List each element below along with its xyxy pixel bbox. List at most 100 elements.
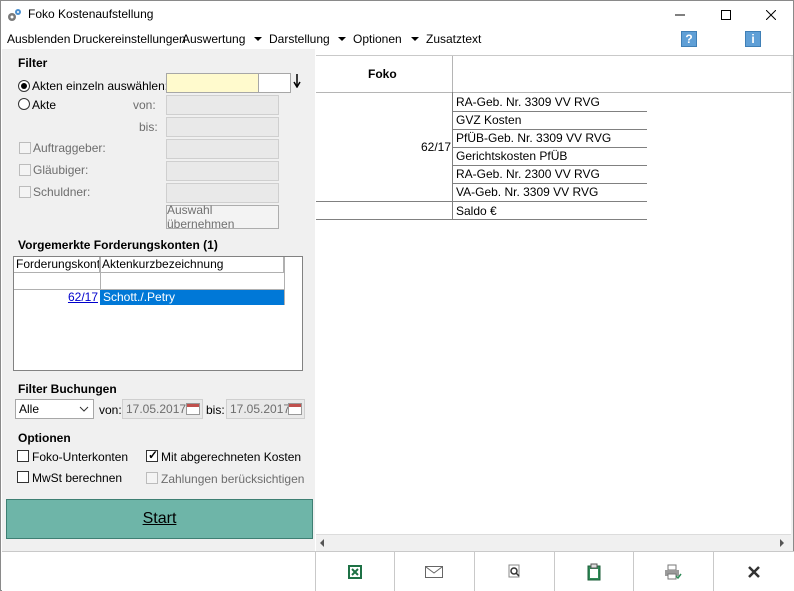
preview-button[interactable] — [474, 552, 553, 591]
report-item: RA-Geb. Nr. 2300 VV RVG — [456, 167, 600, 181]
arrow-down-icon[interactable] — [293, 74, 301, 88]
schuldner-input[interactable] — [166, 183, 279, 203]
filter-panel: Filter Akten einzeln auswählen: Akte von… — [2, 49, 315, 551]
close-icon — [766, 10, 776, 20]
window-title: Foko Kostenaufstellung — [28, 7, 154, 21]
preview-icon — [508, 564, 520, 578]
column-forderungskonto[interactable]: Forderungskonto — [14, 257, 100, 273]
column-aktenkurzbezeichnung[interactable]: Aktenkurzbezeichnung — [100, 257, 284, 273]
window-close-button[interactable] — [748, 1, 794, 29]
foko-unterkonten-checkbox[interactable] — [17, 450, 29, 462]
maximize-button[interactable] — [703, 1, 749, 29]
buchungen-type-select[interactable]: Alle — [15, 399, 94, 419]
report-item: PfÜB-Geb. Nr. 3309 VV RVG — [456, 131, 612, 145]
start-label: Start — [142, 510, 177, 527]
print-icon — [665, 564, 682, 580]
chevron-down-icon[interactable] — [338, 37, 346, 41]
report-item: Gerichtskosten PfÜB — [456, 149, 568, 163]
radio-akten-einzeln[interactable] — [18, 80, 30, 92]
zahlungen-checkbox[interactable] — [146, 472, 158, 484]
report-saldo: Saldo € — [456, 204, 497, 218]
buchungen-von-value: 17.05.2017 — [126, 402, 187, 416]
excel-export-button[interactable] — [315, 552, 394, 591]
report-header-foko: Foko — [368, 67, 397, 81]
mwst-label[interactable]: MwSt berechnen — [32, 471, 122, 485]
buchungen-von-label: von: — [99, 403, 122, 417]
print-button[interactable] — [633, 552, 712, 591]
maximize-icon — [721, 10, 731, 20]
glaeubiger-checkbox[interactable] — [19, 164, 31, 176]
schuldner-checkbox[interactable] — [19, 186, 31, 198]
report-panel: Foko 62/17 RA-Geb. Nr. 3309 VV RVG GVZ K… — [316, 55, 793, 551]
foko-unterkonten-label[interactable]: Foko-Unterkonten — [32, 450, 128, 464]
buchungen-bis-label: bis: — [206, 403, 225, 417]
buchungen-bis-date[interactable]: 17.05.2017 — [226, 399, 305, 419]
glaeubiger-input[interactable] — [166, 161, 279, 181]
abgerechnete-kosten-label[interactable]: Mit abgerechneten Kosten — [161, 450, 301, 464]
buchungen-type-value: Alle — [19, 402, 40, 416]
list-empty-row — [14, 273, 284, 290]
row-divider — [316, 219, 647, 220]
chevron-down-icon[interactable] — [254, 37, 262, 41]
scroll-left-icon[interactable] — [320, 539, 324, 547]
optionen-title: Optionen — [18, 431, 71, 445]
header-column-divider — [452, 56, 453, 92]
forderungskonten-list[interactable]: Forderungskonto Aktenkurzbezeichnung 62/… — [13, 256, 303, 371]
table-row[interactable]: 62/17 Schott./.Petry — [14, 290, 284, 305]
info-icon[interactable]: i — [745, 31, 761, 47]
clipboard-icon — [587, 563, 601, 581]
minimize-button[interactable] — [657, 1, 703, 29]
radio-akte-label[interactable]: Akte — [32, 98, 56, 112]
vorgemerkt-title: Vorgemerkte Forderungskonten (1) — [18, 238, 218, 252]
scroll-right-icon[interactable] — [780, 539, 784, 547]
report-item: VA-Geb. Nr. 3309 VV RVG — [456, 185, 599, 199]
filter-title: Filter — [18, 56, 48, 70]
radio-akten-einzeln-label[interactable]: Akten einzeln auswählen: — [32, 79, 168, 93]
menu-druckereinstellungen[interactable]: Druckereinstellungen — [73, 32, 186, 46]
glaeubiger-label: Gläubiger: — [33, 163, 89, 177]
auswahl-uebernehmen-button[interactable]: Auswahl übernehmen — [166, 203, 279, 231]
help-icon[interactable]: ? — [681, 31, 697, 47]
zahlungen-label: Zahlungen berücksichtigen — [161, 472, 305, 486]
menu-darstellung[interactable]: Darstellung — [269, 32, 330, 46]
report-table: Foko 62/17 RA-Geb. Nr. 3309 VV RVG GVZ K… — [316, 56, 791, 534]
akte-von-label: von: — [133, 98, 156, 112]
clipboard-button[interactable] — [554, 552, 633, 591]
menu-optionen[interactable]: Optionen — [353, 32, 402, 46]
mwst-checkbox[interactable] — [17, 471, 29, 483]
forderungskonto-link[interactable]: 62/17 — [14, 290, 98, 305]
email-button[interactable] — [394, 552, 473, 591]
akten-einzeln-input[interactable] — [166, 73, 259, 93]
window: Foko Kostenaufstellung Ausblenden Drucke… — [0, 0, 794, 591]
auftraggeber-label: Auftraggeber: — [33, 141, 106, 155]
menu-auswertung[interactable]: Auswertung — [182, 32, 245, 46]
app-icon — [8, 9, 21, 21]
chevron-down-icon[interactable] — [411, 37, 419, 41]
akten-einzeln-extra-input[interactable] — [258, 73, 291, 93]
chevron-down-icon[interactable] — [75, 400, 93, 418]
calendar-icon[interactable] — [186, 403, 200, 415]
buchungen-bis-value: 17.05.2017 — [230, 402, 291, 416]
menu-ausblenden[interactable]: Ausblenden — [7, 32, 70, 46]
report-item: GVZ Kosten — [456, 113, 522, 127]
akte-von-input[interactable] — [166, 95, 279, 115]
auftraggeber-input[interactable] — [166, 139, 279, 159]
close-icon — [748, 566, 760, 578]
column-divider — [284, 257, 285, 305]
buchungen-von-date[interactable]: 17.05.2017 — [122, 399, 203, 419]
auftraggeber-checkbox[interactable] — [19, 142, 31, 154]
radio-akte[interactable] — [18, 98, 30, 110]
horizontal-scrollbar[interactable] — [316, 534, 791, 551]
menu-zusatztext[interactable]: Zusatztext — [426, 32, 481, 46]
abgerechnete-kosten-checkbox[interactable] — [146, 448, 158, 462]
akte-bis-input[interactable] — [166, 117, 279, 137]
mail-icon — [425, 566, 443, 578]
start-button[interactable]: Start — [6, 499, 313, 539]
title-bar: Foko Kostenaufstellung — [1, 1, 793, 29]
calendar-icon[interactable] — [288, 403, 302, 415]
bottom-toolbar — [2, 551, 794, 591]
menu-bar: Ausblenden Druckereinstellungen Auswertu… — [1, 29, 793, 49]
excel-icon — [348, 565, 362, 579]
close-button[interactable] — [713, 552, 794, 591]
report-foko-key: 62/17 — [421, 140, 452, 154]
